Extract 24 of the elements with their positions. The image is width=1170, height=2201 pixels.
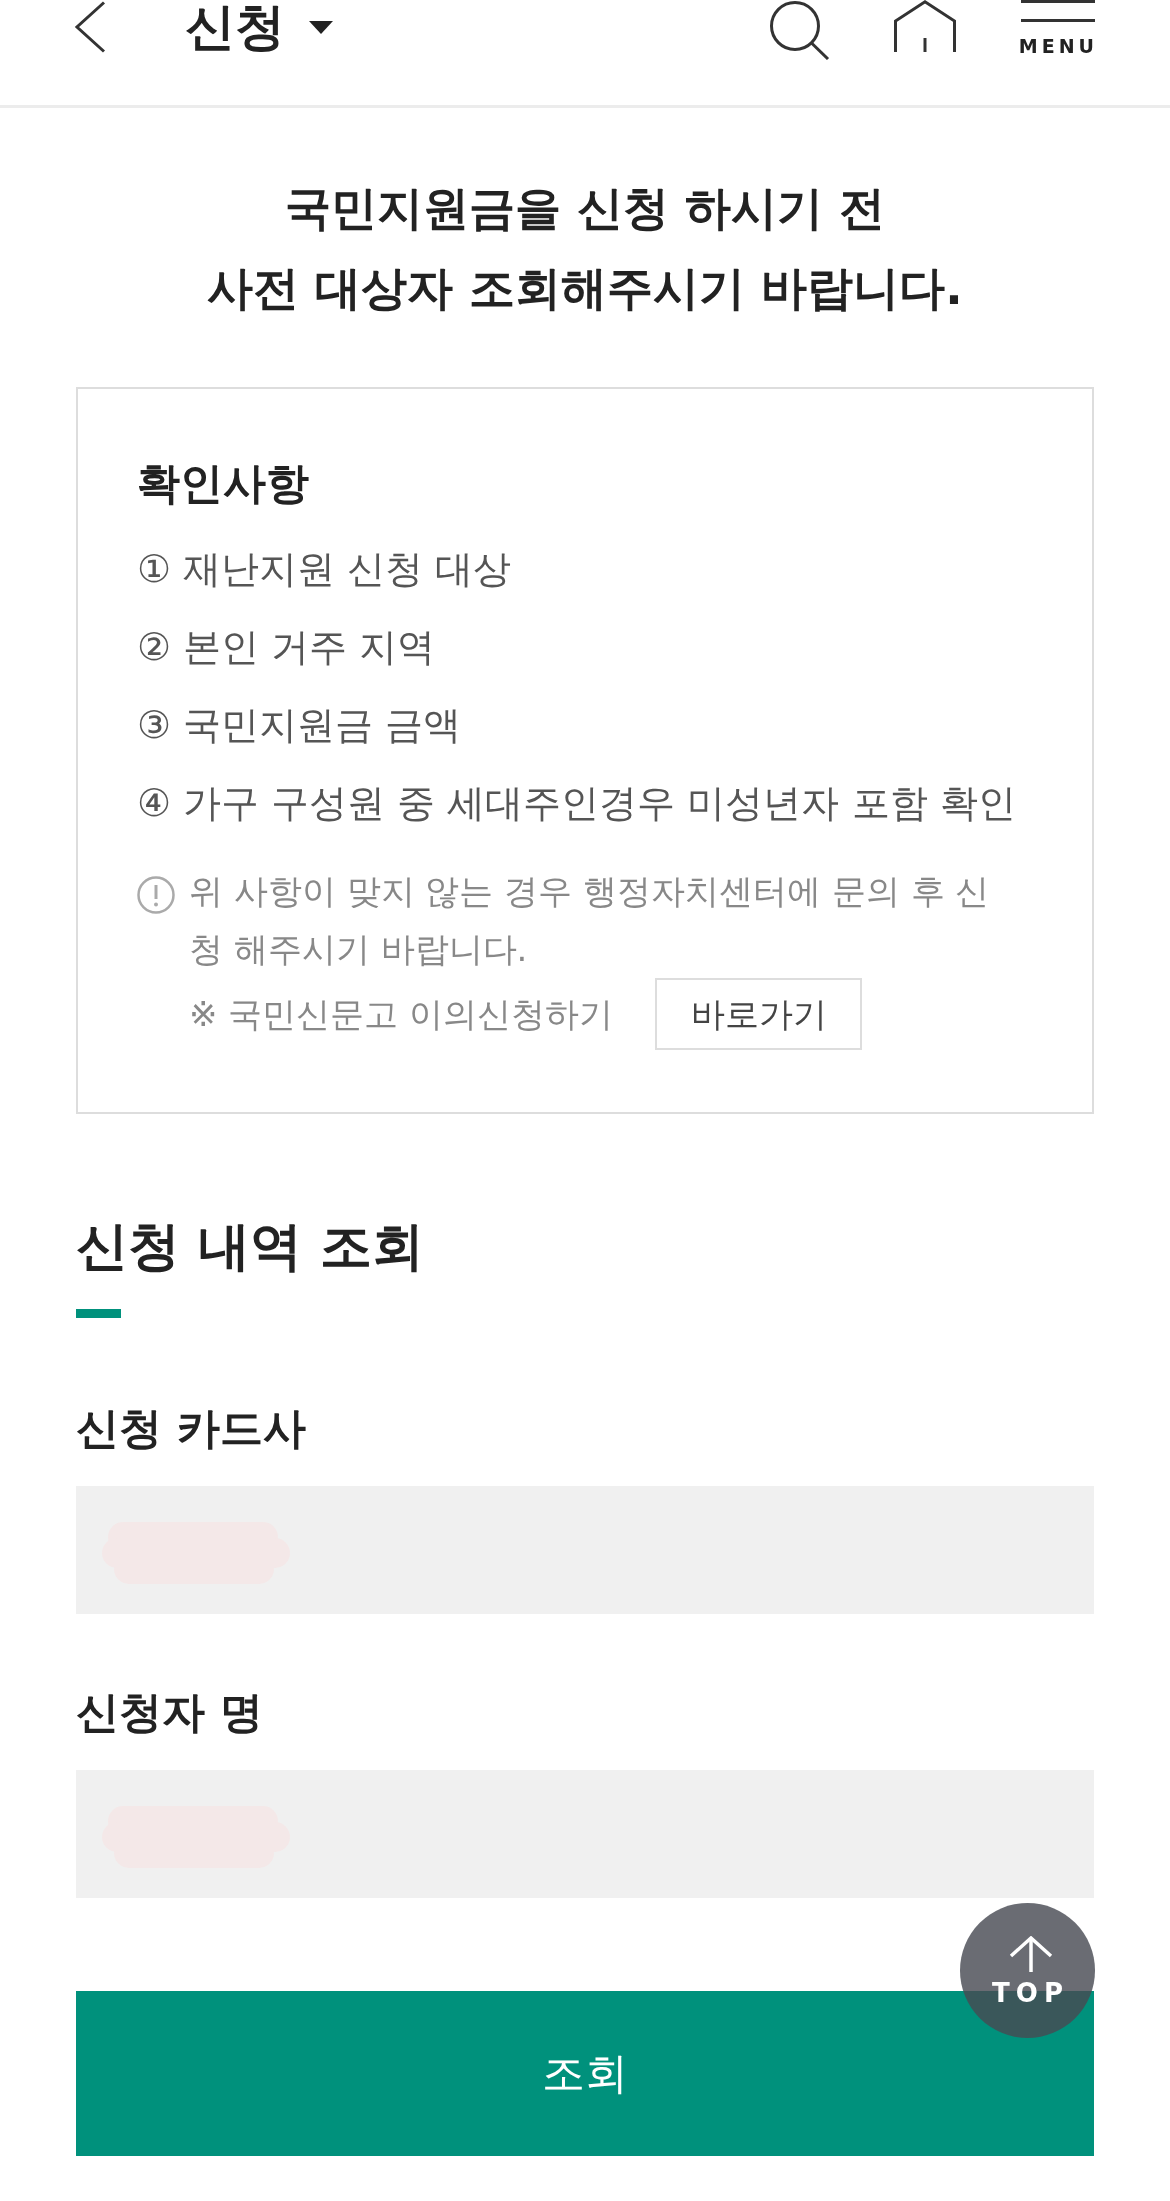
notice-title: 확인사항: [137, 457, 310, 510]
intro-text: 국민지원금을 신청 하시기 전 사전 대상자 조회해주시기 바랍니다.: [206, 180, 964, 317]
shortcut-button[interactable]: 바로가기: [655, 978, 863, 1050]
input-field[interactable]: [76, 1770, 1094, 1898]
field-label: 신청 카드사: [76, 1402, 307, 1455]
checklist-item: ③ 국민지원금 금액: [137, 702, 463, 749]
menu-button[interactable]: MENU: [1018, 0, 1098, 56]
top-button[interactable]: TOP: [960, 1903, 1095, 2038]
caret-icon: [309, 20, 333, 34]
input-field[interactable]: [76, 1486, 1094, 1614]
checklist-item: ① 재난지원 신청 대상: [137, 546, 513, 593]
search-icon[interactable]: [767, 0, 830, 60]
title-dropdown[interactable]: 신청: [185, 0, 333, 55]
section-title: 신청 내역 조회: [76, 1215, 426, 1278]
accent-bar: [76, 1309, 121, 1318]
home-icon[interactable]: [893, 0, 956, 52]
back-icon[interactable]: [74, 1, 106, 53]
field-label: 신청자 명: [76, 1686, 264, 1739]
notice-text: 위 사항이 맞지 않는 경우 행정자치센터에 문의 후 신청 해주시기 바랍니다.: [189, 870, 991, 971]
appeal-text: ※ 국민신문고 이의신청하기: [189, 993, 614, 1036]
menu-icon: [1021, 0, 1096, 22]
exclamation-circle-icon: [137, 876, 175, 914]
checklist-item: ④ 가구 구성원 중 세대주인경우 미성년자 포함 확인: [137, 780, 1017, 827]
checklist-item: ② 본인 거주 지역: [137, 624, 437, 671]
